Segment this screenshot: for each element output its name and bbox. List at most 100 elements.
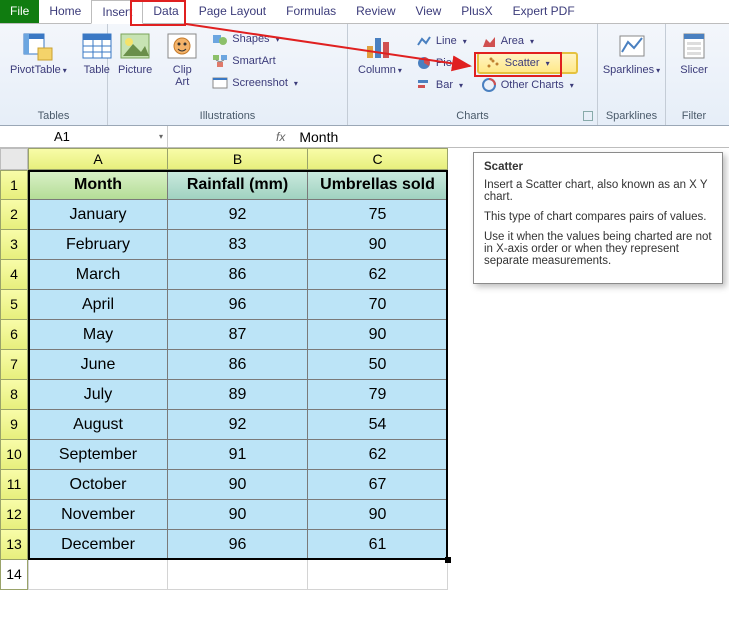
slicer-button[interactable]: Slicer xyxy=(674,28,714,78)
data-cell[interactable]: 92 xyxy=(168,200,308,230)
col-header-b[interactable]: B xyxy=(168,148,308,170)
data-cell[interactable]: October xyxy=(28,470,168,500)
tab-insert[interactable]: Insert xyxy=(91,0,143,24)
picture-icon xyxy=(119,30,151,62)
group-charts-label: Charts xyxy=(348,108,597,125)
row-header[interactable]: 6 xyxy=(0,320,28,350)
data-cell[interactable]: 75 xyxy=(308,200,448,230)
data-cell[interactable]: 79 xyxy=(308,380,448,410)
data-cell[interactable]: November xyxy=(28,500,168,530)
empty-cell[interactable] xyxy=(308,560,448,590)
column-chart-button[interactable]: Column▾ xyxy=(354,28,406,78)
pivottable-button[interactable]: PivotTable▾ xyxy=(6,28,71,78)
data-cell[interactable]: April xyxy=(28,290,168,320)
charts-dialog-launcher[interactable] xyxy=(583,111,593,121)
screenshot-button[interactable]: Screenshot▾ xyxy=(208,72,302,94)
row-header[interactable]: 11 xyxy=(0,470,28,500)
fx-icon[interactable]: fx xyxy=(268,130,293,144)
empty-cell[interactable] xyxy=(168,560,308,590)
sparklines-button[interactable]: Sparklines▾ xyxy=(599,28,664,78)
tab-review[interactable]: Review xyxy=(346,0,405,23)
data-cell[interactable]: 96 xyxy=(168,530,308,560)
data-cell[interactable]: 90 xyxy=(308,320,448,350)
tab-expert-pdf[interactable]: Expert PDF xyxy=(503,0,585,23)
data-cell[interactable]: August xyxy=(28,410,168,440)
line-chart-button[interactable]: Line▾ xyxy=(412,30,471,52)
tab-file[interactable]: File xyxy=(0,0,39,23)
data-cell[interactable]: 67 xyxy=(308,470,448,500)
row-header[interactable]: 8 xyxy=(0,380,28,410)
col-header-a[interactable]: A xyxy=(28,148,168,170)
slicer-label: Slicer xyxy=(680,64,708,76)
row-header[interactable]: 3 xyxy=(0,230,28,260)
data-cell[interactable]: 86 xyxy=(168,350,308,380)
data-cell[interactable]: 90 xyxy=(308,230,448,260)
data-cell[interactable]: September xyxy=(28,440,168,470)
smartart-button[interactable]: SmartArt xyxy=(208,50,302,72)
row-header[interactable]: 7 xyxy=(0,350,28,380)
tab-data[interactable]: Data xyxy=(143,0,188,23)
data-cell[interactable]: 90 xyxy=(308,500,448,530)
formula-input[interactable]: Month xyxy=(293,129,729,145)
data-cell[interactable]: 86 xyxy=(168,260,308,290)
selection-fill-handle[interactable] xyxy=(445,557,451,563)
scatter-chart-button[interactable]: Scatter▾ xyxy=(477,52,578,74)
row-header[interactable]: 9 xyxy=(0,410,28,440)
picture-button[interactable]: Picture xyxy=(114,28,156,78)
row-header[interactable]: 12 xyxy=(0,500,28,530)
header-cell[interactable]: Umbrellas sold xyxy=(308,170,448,200)
data-cell[interactable]: June xyxy=(28,350,168,380)
row-header[interactable]: 14 xyxy=(0,560,28,590)
data-cell[interactable]: 90 xyxy=(168,470,308,500)
picture-label: Picture xyxy=(118,64,152,76)
tab-formulas[interactable]: Formulas xyxy=(276,0,346,23)
data-cell[interactable]: 83 xyxy=(168,230,308,260)
group-illustrations-label: Illustrations xyxy=(108,108,347,125)
data-cell[interactable]: December xyxy=(28,530,168,560)
col-header-c[interactable]: C xyxy=(308,148,448,170)
data-cell[interactable]: 62 xyxy=(308,440,448,470)
header-cell[interactable]: Month xyxy=(28,170,168,200)
data-cell[interactable]: February xyxy=(28,230,168,260)
ribbon-tabs: File Home Insert Data Page Layout Formul… xyxy=(0,0,729,24)
row-header[interactable]: 1 xyxy=(0,170,28,200)
header-cell[interactable]: Rainfall (mm) xyxy=(168,170,308,200)
tooltip-p3: Use it when the values being charted are… xyxy=(484,231,712,267)
data-cell[interactable]: 62 xyxy=(308,260,448,290)
data-cell[interactable]: July xyxy=(28,380,168,410)
area-chart-button[interactable]: Area▾ xyxy=(477,30,578,52)
empty-cell[interactable] xyxy=(28,560,168,590)
tab-plusx[interactable]: PlusX xyxy=(451,0,502,23)
data-cell[interactable]: May xyxy=(28,320,168,350)
data-cell[interactable]: 89 xyxy=(168,380,308,410)
shapes-button[interactable]: Shapes▾ xyxy=(208,28,302,50)
row-header[interactable]: 13 xyxy=(0,530,28,560)
data-cell[interactable]: 54 xyxy=(308,410,448,440)
tab-view[interactable]: View xyxy=(406,0,452,23)
other-charts-button[interactable]: Other Charts▾ xyxy=(477,74,578,96)
pie-chart-button[interactable]: Pie▾ xyxy=(412,52,471,74)
data-cell[interactable]: 92 xyxy=(168,410,308,440)
row-header[interactable]: 5 xyxy=(0,290,28,320)
clip-art-button[interactable]: Clip Art xyxy=(162,28,202,90)
data-cell[interactable]: 90 xyxy=(168,500,308,530)
row-header[interactable]: 4 xyxy=(0,260,28,290)
data-cell[interactable]: 50 xyxy=(308,350,448,380)
pie-chart-icon xyxy=(416,55,432,71)
tab-home[interactable]: Home xyxy=(39,0,91,23)
bar-chart-button[interactable]: Bar▾ xyxy=(412,74,471,96)
data-cell[interactable]: 61 xyxy=(308,530,448,560)
slicer-icon xyxy=(678,30,710,62)
name-box[interactable]: A1 xyxy=(48,126,168,147)
tab-page-layout[interactable]: Page Layout xyxy=(189,0,276,23)
data-cell[interactable]: 87 xyxy=(168,320,308,350)
row-header[interactable]: 10 xyxy=(0,440,28,470)
row-header[interactable]: 2 xyxy=(0,200,28,230)
data-cell[interactable]: 91 xyxy=(168,440,308,470)
data-cell[interactable]: January xyxy=(28,200,168,230)
select-all-corner[interactable] xyxy=(0,148,28,170)
data-cell[interactable]: 70 xyxy=(308,290,448,320)
data-cell[interactable]: 96 xyxy=(168,290,308,320)
data-cell[interactable]: March xyxy=(28,260,168,290)
group-filter: Slicer Filter xyxy=(666,24,722,125)
